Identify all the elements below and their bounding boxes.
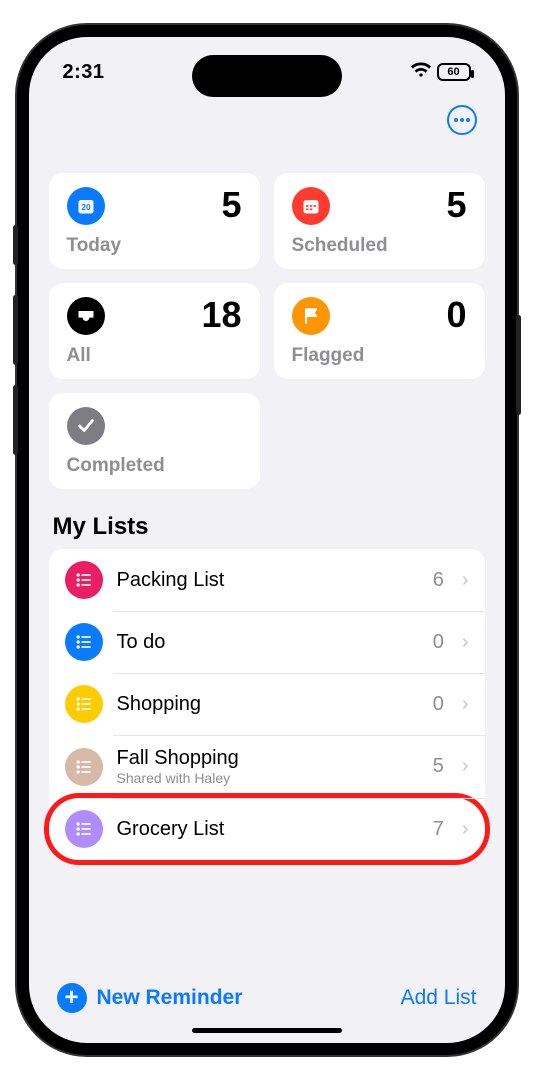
calendar-today-icon: 20 xyxy=(67,187,105,225)
chevron-right-icon: › xyxy=(462,569,469,592)
plus-circle-icon: + xyxy=(57,983,87,1013)
svg-text:20: 20 xyxy=(81,202,91,212)
my-lists-container: Packing List 6 › To do 0 › xyxy=(49,549,485,860)
smart-completed-label: Completed xyxy=(67,455,242,477)
smart-flagged-count: 0 xyxy=(446,297,466,333)
chevron-right-icon: › xyxy=(462,693,469,716)
list-count: 6 xyxy=(433,569,444,592)
list-name: To do xyxy=(117,631,419,654)
smart-completed-card[interactable]: Completed xyxy=(49,393,260,489)
chevron-right-icon: › xyxy=(462,631,469,654)
smart-today-count: 5 xyxy=(221,187,241,223)
chevron-right-icon: › xyxy=(462,755,469,778)
inbox-icon xyxy=(67,297,105,335)
smart-all-card[interactable]: 18 All xyxy=(49,283,260,379)
list-count: 0 xyxy=(433,631,444,654)
list-count: 5 xyxy=(433,755,444,778)
smart-scheduled-card[interactable]: 5 Scheduled xyxy=(274,173,485,269)
smart-flagged-card[interactable]: 0 Flagged xyxy=(274,283,485,379)
more-options-button[interactable] xyxy=(447,105,477,135)
list-icon xyxy=(65,810,103,848)
list-name: Grocery List xyxy=(117,818,419,841)
list-row-fall-shopping[interactable]: Fall Shopping Shared with Haley 5 › xyxy=(49,735,485,798)
list-row-shopping[interactable]: Shopping 0 › xyxy=(49,673,485,735)
smart-today-label: Today xyxy=(67,235,242,257)
smart-all-label: All xyxy=(67,345,242,367)
calendar-scheduled-icon xyxy=(292,187,330,225)
checkmark-icon xyxy=(67,407,105,445)
list-row-grocery-list[interactable]: Grocery List 7 › xyxy=(49,798,485,860)
list-subtitle: Shared with Haley xyxy=(117,770,419,786)
list-icon xyxy=(65,748,103,786)
add-list-button[interactable]: Add List xyxy=(401,986,477,1010)
new-reminder-label: New Reminder xyxy=(97,986,243,1010)
smart-all-count: 18 xyxy=(201,297,241,333)
battery-icon: 60 xyxy=(437,63,471,81)
wifi-icon xyxy=(411,62,431,83)
list-icon xyxy=(65,685,103,723)
smart-scheduled-count: 5 xyxy=(446,187,466,223)
dynamic-island xyxy=(192,55,342,97)
battery-percent: 60 xyxy=(447,66,459,78)
smart-flagged-label: Flagged xyxy=(292,345,467,367)
phone-frame: 2:31 60 20 xyxy=(17,25,517,1055)
flag-icon xyxy=(292,297,330,335)
list-name: Packing List xyxy=(117,569,419,592)
list-count: 0 xyxy=(433,693,444,716)
list-name: Shopping xyxy=(117,693,419,716)
home-indicator[interactable] xyxy=(192,1028,342,1033)
status-time: 2:31 xyxy=(63,61,105,84)
list-row-packing-list[interactable]: Packing List 6 › xyxy=(49,549,485,611)
chevron-right-icon: › xyxy=(462,818,469,841)
list-row-to-do[interactable]: To do 0 › xyxy=(49,611,485,673)
my-lists-heading: My Lists xyxy=(29,497,505,549)
smart-lists-grid: 20 5 Today 5 Scheduled xyxy=(29,143,505,497)
smart-today-card[interactable]: 20 5 Today xyxy=(49,173,260,269)
smart-scheduled-label: Scheduled xyxy=(292,235,467,257)
list-icon xyxy=(65,561,103,599)
list-name: Fall Shopping xyxy=(117,747,419,770)
list-icon xyxy=(65,623,103,661)
new-reminder-button[interactable]: + New Reminder xyxy=(57,983,243,1013)
screen: 2:31 60 20 xyxy=(29,37,505,1043)
list-count: 7 xyxy=(433,818,444,841)
